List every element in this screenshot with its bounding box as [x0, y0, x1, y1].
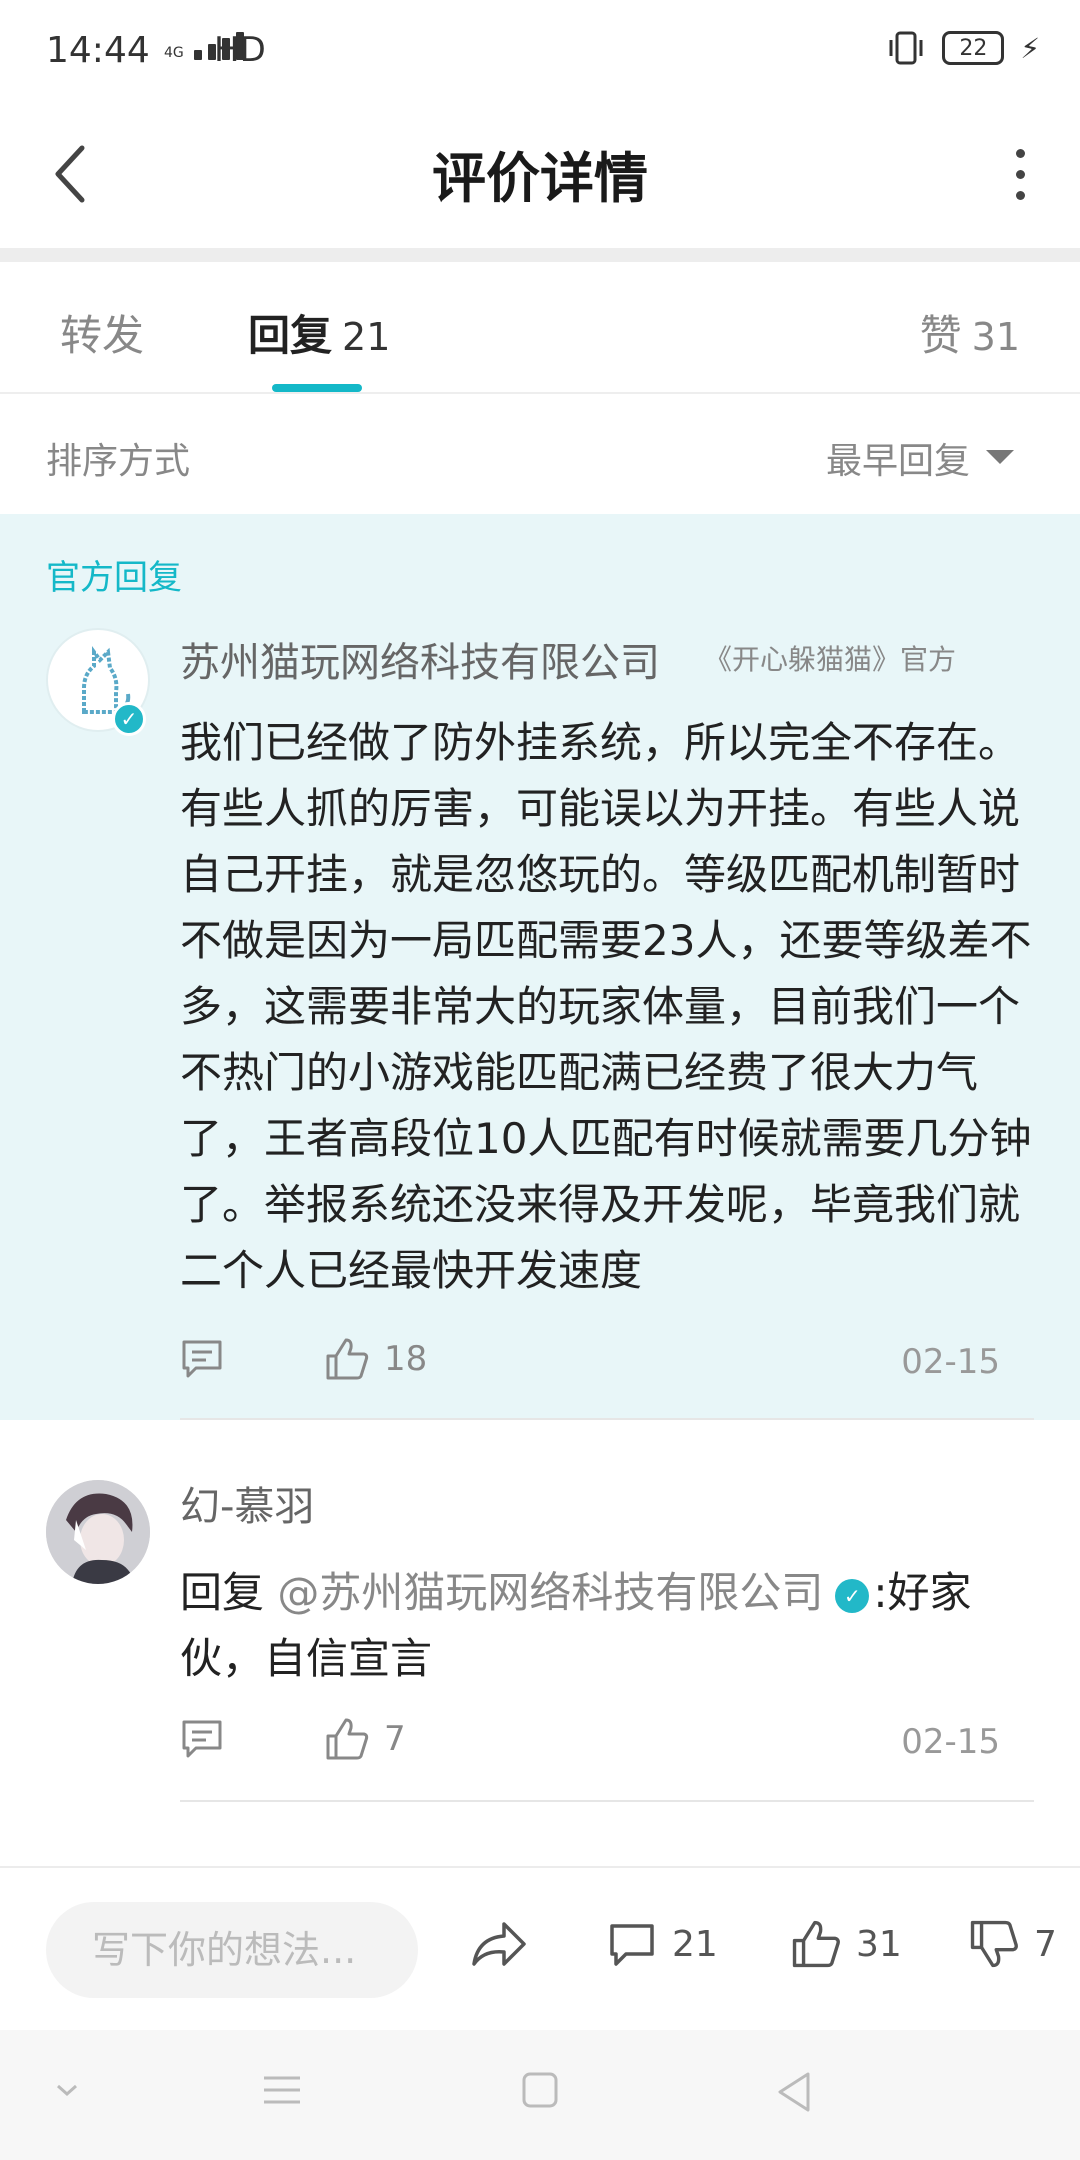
- author-name[interactable]: 幻-慕羽: [180, 1474, 314, 1532]
- reply-content: 我们已经做了防外挂系统，所以完全不存在。有些人抓的厉害，可能误以为开挂。有些人说…: [180, 718, 1032, 1295]
- official-tag: 《开心躲猫猫》官方: [704, 643, 957, 676]
- network-type: 4G: [164, 45, 184, 61]
- like-count: 18: [384, 1339, 428, 1379]
- share-button[interactable]: [470, 1918, 528, 1970]
- like-count: 7: [384, 1719, 406, 1759]
- comment-button[interactable]: [180, 1336, 224, 1380]
- row-divider: [180, 1800, 1034, 1802]
- comment-icon: [182, 1720, 222, 1758]
- charging-icon: ⚡: [1020, 31, 1040, 65]
- back-triangle-icon[interactable]: [774, 2070, 814, 2114]
- hd-indicator: HD: [214, 30, 266, 70]
- share-icon: [472, 1922, 526, 1966]
- tab-bar: 转发 回复 21 赞 31: [0, 262, 1080, 394]
- thumbs-up-icon: [792, 1920, 840, 1968]
- avatar[interactable]: [46, 1480, 150, 1584]
- caret-down-icon[interactable]: [986, 450, 1014, 464]
- vibrate-icon: [889, 31, 923, 65]
- like-button[interactable]: 31: [790, 1918, 902, 1970]
- comment-item: 幻-慕羽 回复 @苏州猫玩网络科技有限公司 ✓:好家伙，自信宣言 7 02-15: [0, 1420, 1080, 1866]
- tab-reply-count: 21: [342, 315, 391, 359]
- page-title: 评价详情: [432, 147, 648, 210]
- home-icon[interactable]: [520, 2070, 560, 2110]
- reply-date: 02-15: [901, 1342, 1000, 1382]
- tab-like-label: 赞: [919, 311, 962, 360]
- comment-input[interactable]: 写下你的想法...: [46, 1902, 418, 1998]
- tab-forward-label: 转发: [60, 311, 145, 360]
- author-name[interactable]: 苏州猫玩网络科技有限公司: [180, 630, 660, 688]
- system-nav-bar: [0, 2030, 1080, 2160]
- verified-badge-icon: ✓: [112, 702, 146, 736]
- comment-actions: 7 02-15: [180, 1716, 1000, 1776]
- chevron-down-icon[interactable]: [52, 2070, 82, 2110]
- thumbs-up-icon: [326, 1718, 369, 1760]
- sort-label: 排序方式: [46, 441, 191, 482]
- comment-button[interactable]: [180, 1716, 224, 1760]
- official-reply: 官方回复 ✓ 苏州猫玩网络科技有限公司 《开心躲猫猫》官方 我们已经做了防外挂系…: [0, 514, 1080, 1420]
- comment-date: 02-15: [901, 1722, 1000, 1762]
- comment-icon: [610, 1924, 654, 1966]
- tab-reply[interactable]: 回复 21: [248, 302, 390, 363]
- status-bar: 14:44 4G HD 22 ⚡: [0, 0, 1080, 104]
- thumbs-up-icon: [326, 1338, 369, 1380]
- mention-link[interactable]: @苏州猫玩网络科技有限公司: [277, 1568, 823, 1617]
- comment-content: 回复 @苏州猫玩网络科技有限公司 ✓:好家伙，自信宣言: [180, 1560, 1040, 1692]
- like-button[interactable]: 7: [324, 1716, 406, 1762]
- section-divider: [0, 248, 1080, 262]
- comment-count: 21: [672, 1923, 718, 1965]
- comments-button[interactable]: 21: [606, 1918, 718, 1970]
- tab-like-count: 31: [971, 315, 1020, 359]
- sort-dropdown[interactable]: 最早回复: [826, 432, 970, 484]
- battery-level: 22: [959, 35, 988, 61]
- like-button[interactable]: 18: [324, 1336, 427, 1382]
- official-reply-label: 官方回复: [46, 558, 182, 598]
- more-options-icon[interactable]: [1000, 144, 1040, 204]
- sort-value: 最早回复: [825, 441, 970, 482]
- tab-forward[interactable]: 转发: [60, 302, 144, 363]
- tab-like[interactable]: 赞 31: [920, 302, 1020, 363]
- bottom-action-bar: 写下你的想法... 21 31 7: [0, 1866, 1080, 2030]
- reply-prefix: 回复: [180, 1568, 265, 1617]
- thumbs-down-icon: [970, 1920, 1018, 1968]
- dislike-count: 7: [1034, 1923, 1057, 1965]
- reply-actions: 18 02-15: [180, 1336, 1000, 1396]
- comment-input-placeholder: 写下你的想法...: [92, 1928, 357, 1972]
- battery-icon: 22: [942, 31, 1005, 65]
- comment-icon: [182, 1340, 222, 1378]
- app-header: 评价详情: [0, 104, 1080, 248]
- dislike-button[interactable]: 7: [968, 1918, 1057, 1970]
- status-time: 14:44: [46, 30, 150, 71]
- tab-reply-label: 回复: [248, 311, 333, 360]
- verified-badge-icon: ✓: [835, 1578, 870, 1613]
- user-avatar-icon: [46, 1480, 150, 1584]
- like-count: 31: [856, 1923, 902, 1965]
- active-tab-indicator: [272, 384, 362, 392]
- sort-row: 排序方式 最早回复: [0, 394, 1080, 514]
- menu-icon[interactable]: [262, 2070, 302, 2110]
